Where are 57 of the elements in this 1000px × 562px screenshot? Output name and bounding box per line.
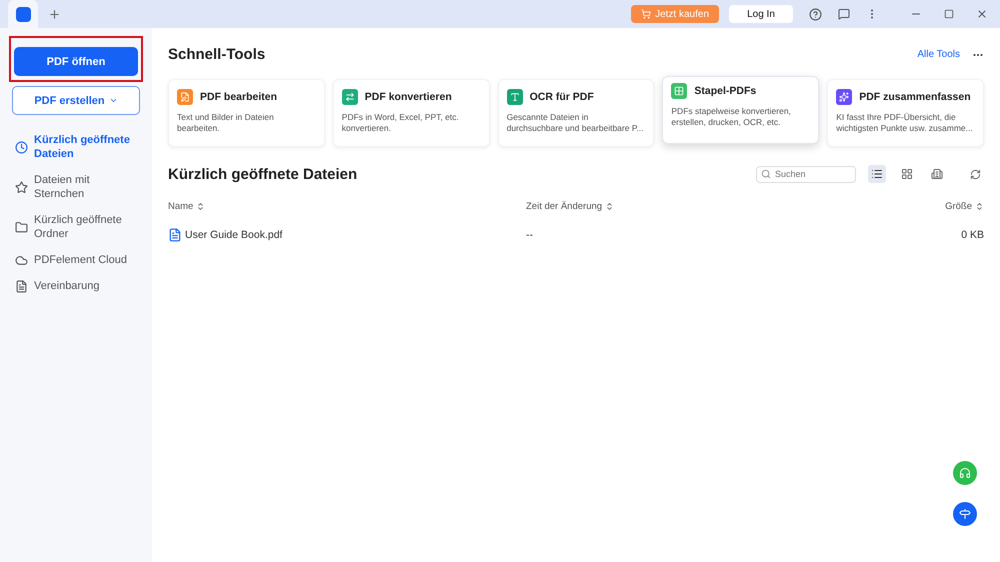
tool-title: Stapel-PDFs [694, 85, 756, 97]
column-header[interactable]: Zeit der Änderung [526, 201, 884, 212]
document-icon [15, 280, 28, 292]
section-title: Kürzlich geöffnete Dateien [168, 166, 358, 182]
modified-time: -- [526, 229, 533, 241]
tool-description: KI fasst Ihre PDF-Übersicht, die wichtigsten Punkte usw. zusamme... [836, 112, 974, 134]
caret-icon [108, 96, 118, 105]
file-name[interactable]: User Guide Book.pdf [185, 229, 282, 241]
column-header[interactable]: Größe [884, 201, 984, 212]
create-pdf-button[interactable]: PDF erstellen [12, 86, 140, 115]
tool-card[interactable]: OCR für PDF Gescannte Dateien in durchsuchbare und bearbeitbare P... [498, 79, 654, 147]
sort-icon [196, 202, 206, 211]
list-view-button[interactable] [868, 165, 886, 183]
maximize-icon[interactable] [944, 9, 954, 19]
app-logo-icon [16, 6, 30, 22]
document-tab[interactable] [8, 0, 38, 28]
help-icon[interactable] [809, 8, 822, 20]
tool-description: Gescannte Dateien in durchsuchbare und bearbeitbare P... [506, 112, 644, 134]
tool-card[interactable]: PDF zusammenfassen KI fasst Ihre PDF-Übersicht, die wichtigsten Punkte usw. zusamme... [827, 79, 984, 147]
column-header[interactable]: Name [168, 201, 526, 212]
tool-title: PDF bearbeiten [200, 91, 278, 103]
sort-icon [975, 202, 984, 211]
feedback-icon[interactable] [838, 8, 850, 20]
tool-title: OCR für PDF [530, 91, 594, 103]
tool-card[interactable]: PDF bearbeiten Text und Bilder in Dateien bearbeiten. [168, 79, 325, 147]
sidebar-item[interactable]: Kürzlich geöffnete Dateien [9, 127, 143, 167]
open-pdf-button[interactable]: PDF öffnen [14, 47, 138, 76]
new-tab-icon[interactable] [48, 8, 61, 20]
tool-title: PDF zusammenfassen [859, 91, 971, 103]
tool-description: PDFs in Word, Excel, PPT, etc. konvertieren. [342, 112, 460, 134]
folder-icon [15, 220, 28, 234]
sidebar-item[interactable]: PDFelement Cloud [9, 247, 143, 273]
all-tools-link[interactable]: Alle Tools [917, 49, 960, 60]
sidebar-item[interactable]: Dateien mit Sternchen [9, 167, 143, 207]
signpost-button[interactable] [953, 502, 977, 526]
signpost-icon [959, 508, 971, 520]
clock-icon [15, 140, 28, 154]
sidebar-item[interactable]: Vereinbarung [9, 273, 143, 299]
search-field[interactable]: Suchen [756, 166, 856, 182]
tool-card[interactable]: Stapel-PDFs PDFs stapelweise konvertieren, erstellen, drucken, OCR, etc. [662, 76, 820, 144]
grid-icon [901, 168, 913, 180]
headset-icon [959, 467, 971, 479]
close-icon[interactable] [976, 8, 988, 20]
star-icon [15, 180, 28, 194]
cart-icon [641, 9, 652, 19]
tool-description: Text und Bilder in Dateien bearbeiten. [177, 112, 275, 134]
sidebar-item[interactable]: Kürzlich geöffnete Ordner [9, 207, 143, 247]
cloud-icon [15, 254, 28, 266]
file-size: 0 KB [961, 229, 984, 241]
tool-description: PDFs stapelweise konvertieren, erstellen, drucken, OCR, etc. [671, 106, 792, 128]
section-title: Schnell-Tools [168, 46, 266, 63]
tool-title: PDF konvertieren [364, 91, 452, 103]
sort-icon [605, 202, 614, 211]
pdf-file-icon [168, 228, 182, 242]
tool-card[interactable]: PDF konvertieren PDFs in Word, Excel, PPT, etc. konvertieren. [332, 79, 490, 147]
login-button[interactable]: Log In [729, 5, 793, 23]
search-icon [761, 168, 771, 178]
